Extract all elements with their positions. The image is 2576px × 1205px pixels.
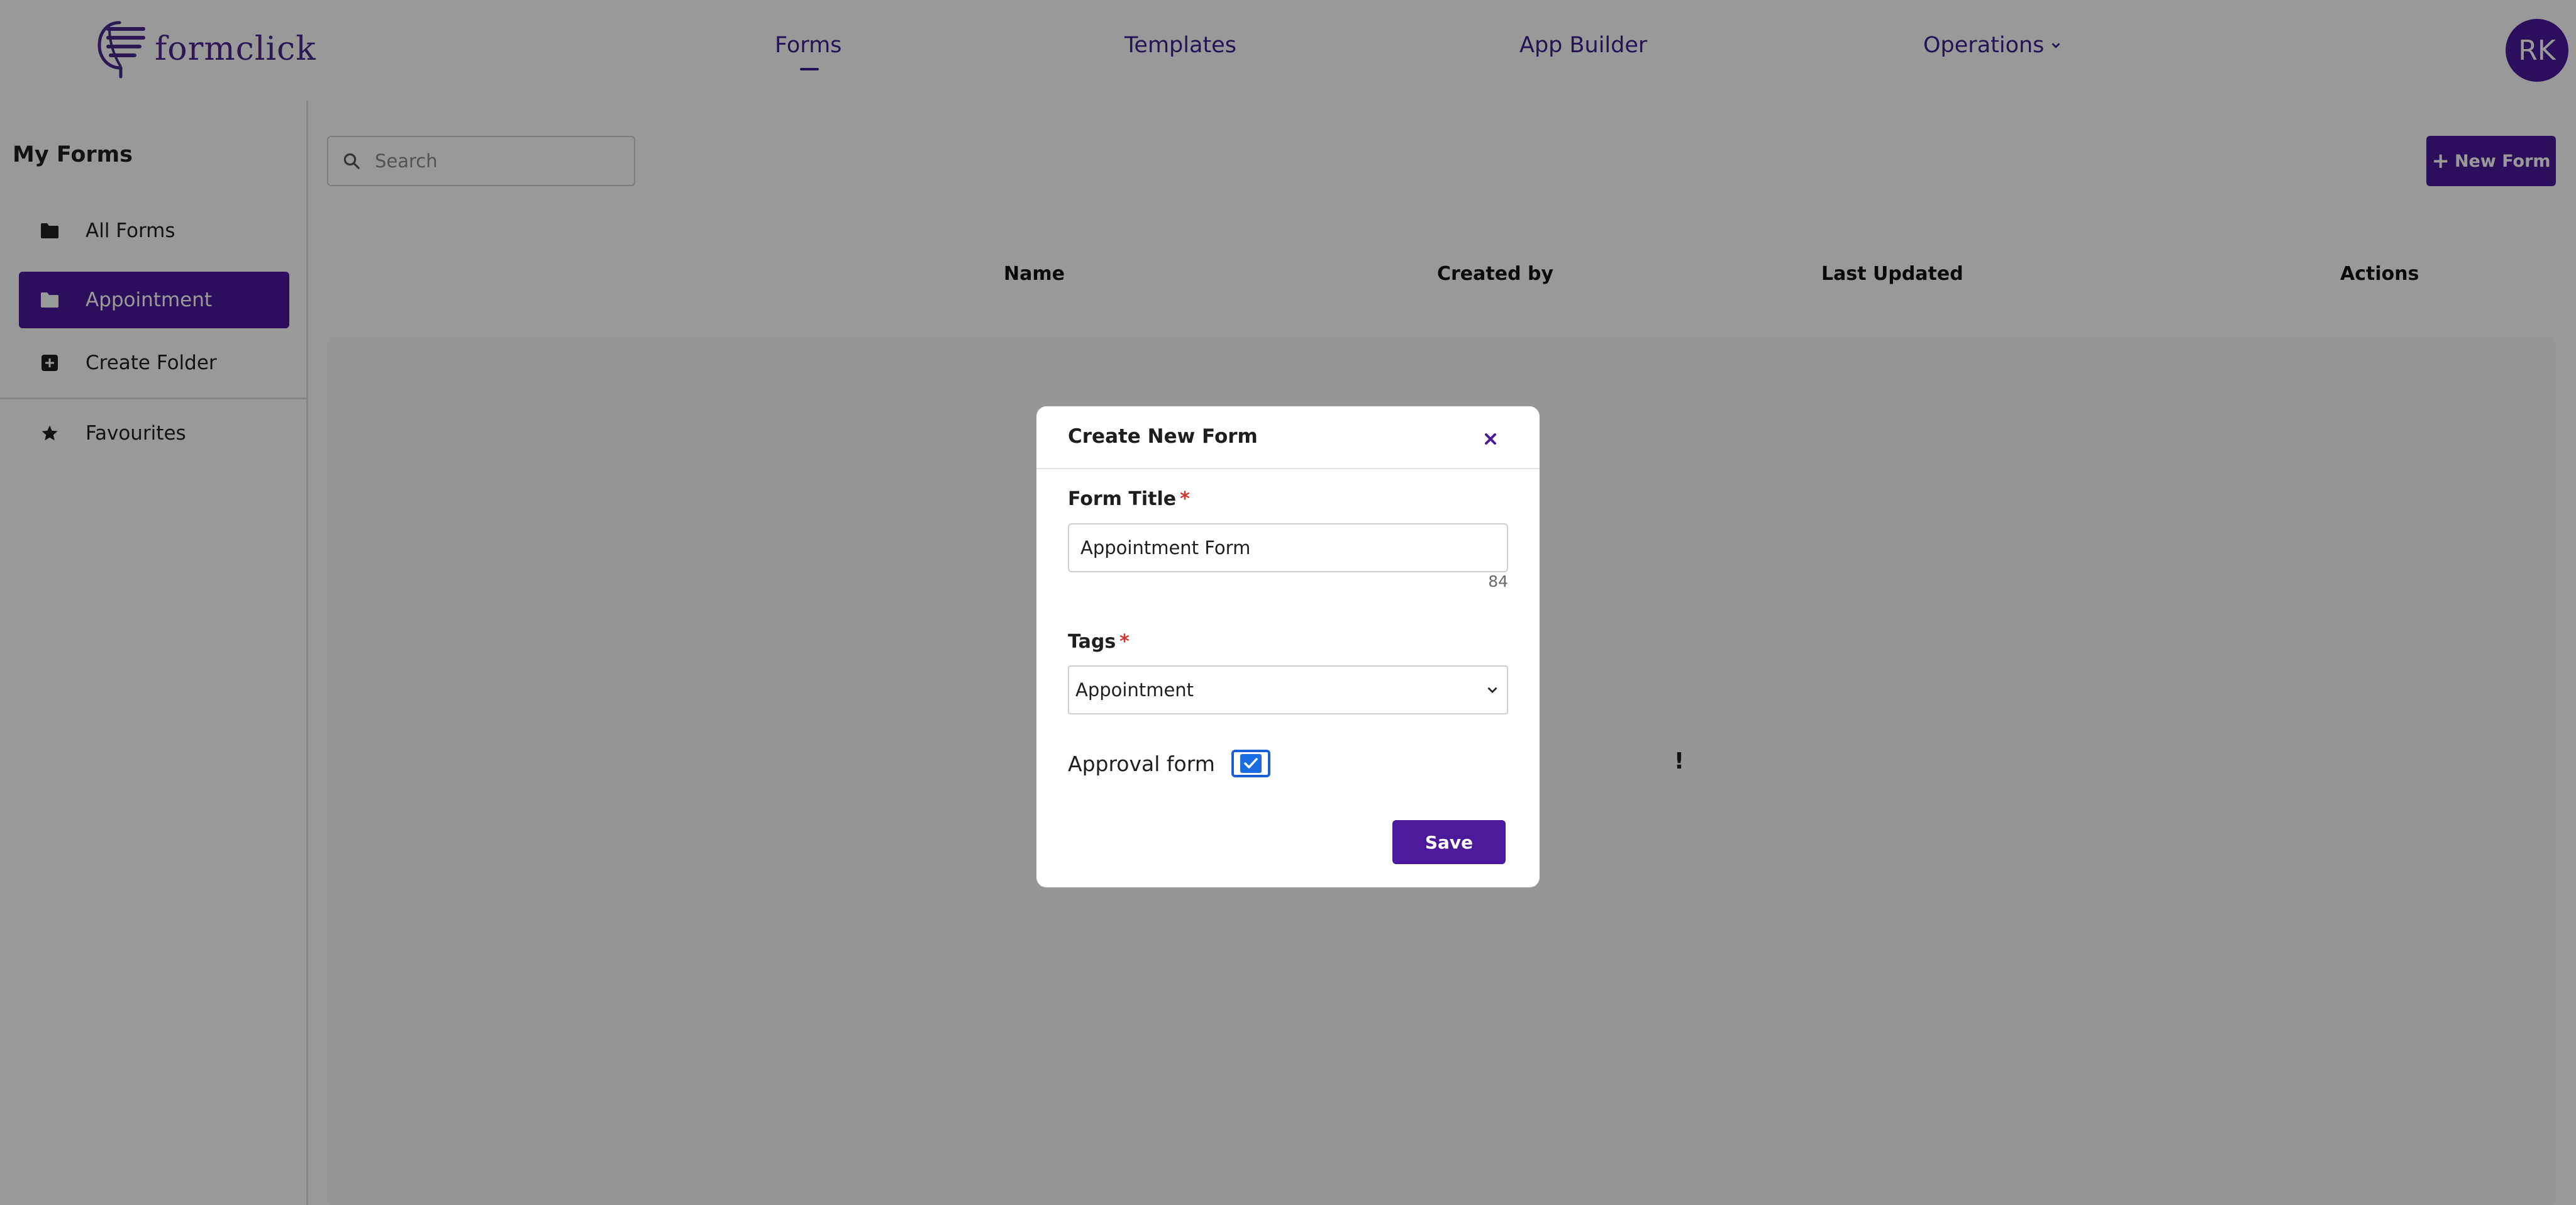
close-button[interactable] <box>1477 425 1504 453</box>
form-title-label: Form Title * <box>1068 488 1190 510</box>
tags-label: Tags * <box>1068 631 1130 653</box>
checkmark-icon <box>1244 758 1258 769</box>
approval-form-label: Approval form <box>1068 751 1215 776</box>
modal-title: Create New Form <box>1068 425 1258 448</box>
tags-selected-value: Appointment <box>1075 679 1194 701</box>
create-form-modal: Create New Form Form Title* 84 Tags* App… <box>1036 406 1540 887</box>
required-marker: * <box>1119 631 1130 653</box>
approval-form-checkbox[interactable] <box>1231 750 1270 777</box>
char-counter: 84 <box>1488 572 1508 591</box>
tags-select[interactable]: Appointment <box>1068 665 1508 714</box>
approval-row: Approval form <box>1068 750 1270 777</box>
form-title-label-text: Form Title <box>1068 488 1177 510</box>
modal-header: Create New Form <box>1036 406 1540 469</box>
checkbox-checked-fill <box>1240 754 1262 773</box>
form-title-input[interactable] <box>1068 523 1508 572</box>
save-button[interactable]: Save <box>1392 820 1506 864</box>
required-marker: * <box>1180 488 1190 510</box>
tags-label-text: Tags <box>1068 631 1116 653</box>
close-icon <box>1485 433 1496 445</box>
chevron-down-icon <box>1487 687 1497 694</box>
